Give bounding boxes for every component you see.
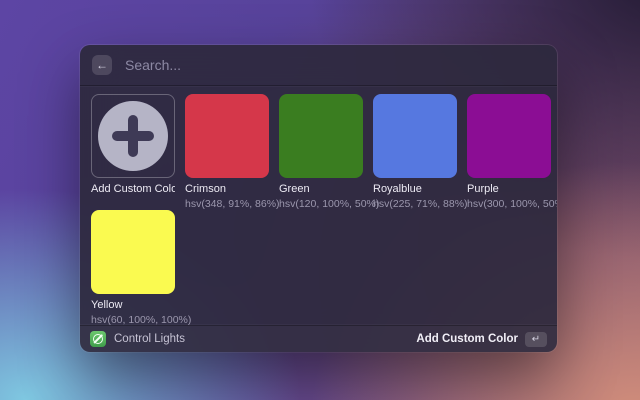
purple-swatch (467, 94, 551, 178)
back-button[interactable]: ← (92, 55, 112, 75)
color-name: Purple (467, 183, 551, 196)
color-hsv-value: hsv(120, 100%, 50%) (279, 198, 363, 210)
add-card-outline (91, 94, 175, 178)
action-bar: Control Lights Add Custom Color ↵ (80, 325, 557, 352)
color-card-green[interactable]: Green hsv(120, 100%, 50%) (279, 94, 363, 210)
color-card-royalblue[interactable]: Royalblue hsv(225, 71%, 88%) (373, 94, 457, 210)
back-arrow-icon: ← (96, 58, 108, 72)
add-card-label: Add Custom Color (91, 183, 175, 196)
add-custom-color-action[interactable]: Add Custom Color ↵ (416, 332, 547, 347)
color-name: Royalblue (373, 183, 457, 196)
plus-icon (112, 115, 154, 157)
color-hsv-value: hsv(300, 100%, 50%) (467, 198, 551, 210)
color-card-crimson[interactable]: Crimson hsv(348, 91%, 86%) (185, 94, 269, 210)
color-grid-area: Add Custom Color Crimson hsv(348, 91%, 8… (80, 86, 557, 326)
color-card-yellow[interactable]: Yellow hsv(60, 100%, 100%) (91, 210, 175, 326)
control-lights-app-icon (90, 331, 106, 347)
add-custom-color-card[interactable]: Add Custom Color (91, 94, 175, 210)
return-key-icon: ↵ (525, 332, 547, 347)
green-swatch (279, 94, 363, 178)
plus-circle (98, 101, 168, 171)
action-label: Add Custom Color (416, 333, 518, 345)
color-name: Yellow (91, 299, 175, 312)
color-card-purple[interactable]: Purple hsv(300, 100%, 50%) (467, 94, 551, 210)
color-name: Crimson (185, 183, 269, 196)
color-name: Green (279, 183, 363, 196)
desktop-background: ← Add Custom Color Crimson hsv(348, 91%,… (0, 0, 640, 400)
color-grid: Add Custom Color Crimson hsv(348, 91%, 8… (91, 94, 549, 326)
app-name: Control Lights (114, 333, 185, 345)
crimson-swatch (185, 94, 269, 178)
search-header: ← (80, 45, 557, 85)
color-hsv-value: hsv(348, 91%, 86%) (185, 198, 269, 210)
color-hsv-value: hsv(225, 71%, 88%) (373, 198, 457, 210)
yellow-swatch (91, 210, 175, 294)
search-input[interactable] (123, 56, 545, 74)
launcher-window: ← Add Custom Color Crimson hsv(348, 91%,… (80, 45, 557, 352)
royalblue-swatch (373, 94, 457, 178)
